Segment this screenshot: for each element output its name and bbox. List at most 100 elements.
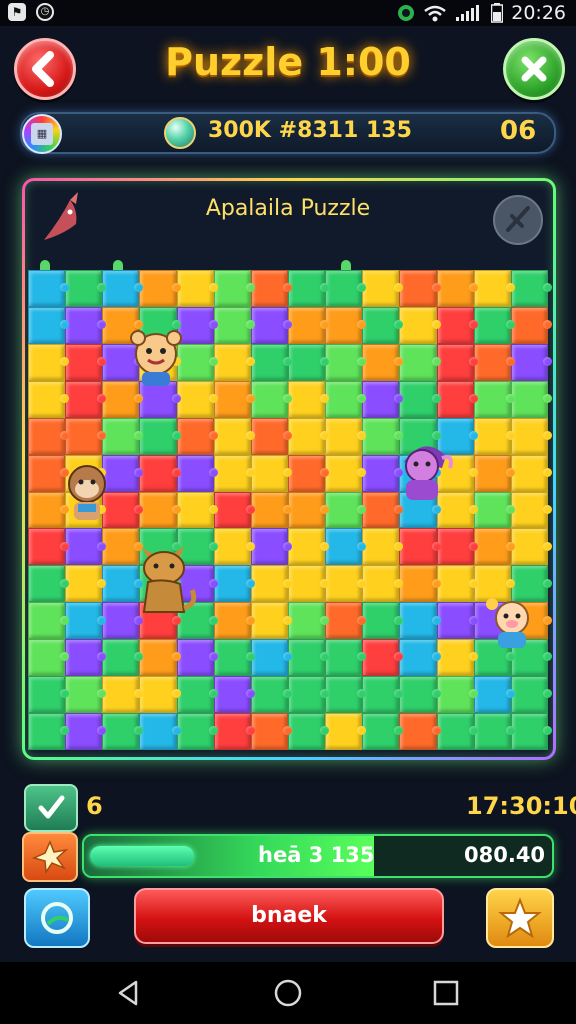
puzzle-piece[interactable] [139,713,181,750]
puzzle-piece[interactable] [250,713,293,750]
puzzle-piece[interactable] [213,270,256,307]
puzzle-piece[interactable] [139,270,181,307]
puzzle-piece[interactable] [325,713,367,750]
puzzle-piece[interactable] [399,270,441,307]
puzzle-piece[interactable] [176,491,218,529]
puzzle-piece[interactable] [510,380,553,418]
puzzle-piece[interactable] [139,639,181,677]
hint-button[interactable] [24,888,90,948]
puzzle-piece[interactable] [399,565,441,603]
puzzle-piece[interactable] [250,528,293,566]
puzzle-piece[interactable] [436,306,478,344]
puzzle-piece[interactable] [176,417,218,455]
puzzle-piece[interactable] [28,639,70,677]
puzzle-piece[interactable] [287,343,330,381]
puzzle-piece[interactable] [65,565,107,603]
puzzle-piece[interactable] [325,676,367,714]
puzzle-piece[interactable] [473,380,516,418]
puzzle-piece[interactable] [436,676,478,714]
puzzle-piece[interactable] [325,306,367,344]
puzzle-piece[interactable] [65,343,107,381]
puzzle-piece[interactable] [28,270,70,307]
puzzle-piece[interactable] [510,676,553,714]
puzzle-piece[interactable] [436,528,478,566]
puzzle-piece[interactable] [250,602,293,640]
puzzle-piece[interactable] [436,602,478,640]
puzzle-piece[interactable] [102,270,144,307]
puzzle-piece[interactable] [176,713,218,750]
puzzle-piece[interactable] [102,676,144,714]
puzzle-piece[interactable] [213,565,256,603]
puzzle-piece[interactable] [65,639,107,677]
puzzle-piece[interactable] [473,343,516,381]
puzzle-piece[interactable] [176,454,218,492]
puzzle-piece[interactable] [436,380,478,418]
puzzle-piece[interactable] [139,454,181,492]
puzzle-piece[interactable] [473,676,516,714]
puzzle-piece[interactable] [473,491,516,529]
purple-creature-icon[interactable] [392,438,456,504]
puzzle-piece[interactable] [102,417,144,455]
puzzle-piece[interactable] [213,343,256,381]
puzzle-piece[interactable] [176,676,218,714]
puzzle-menu-icon[interactable]: ▦ [22,114,62,154]
puzzle-piece[interactable] [436,639,478,677]
puzzle-piece[interactable] [213,417,256,455]
bear-critter-icon[interactable] [124,326,188,390]
puzzle-piece[interactable] [436,713,478,750]
puzzle-piece[interactable] [139,676,181,714]
check-button[interactable] [24,784,78,832]
puzzle-piece[interactable] [287,602,330,640]
puzzle-piece[interactable] [287,565,330,603]
puzzle-piece[interactable] [436,270,478,307]
boost-button[interactable] [22,832,78,882]
puzzle-piece[interactable] [287,417,330,455]
puzzle-piece[interactable] [213,454,256,492]
puzzle-piece[interactable] [325,639,367,677]
puzzle-piece[interactable] [362,343,404,381]
puzzle-piece[interactable] [250,491,293,529]
puzzle-piece[interactable] [65,306,107,344]
puzzle-piece[interactable] [473,713,516,750]
puzzle-piece[interactable] [362,270,404,307]
puzzle-piece[interactable] [176,639,218,677]
puzzle-piece[interactable] [250,565,293,603]
puzzle-piece[interactable] [65,270,107,307]
puzzle-piece[interactable] [287,528,330,566]
puzzle-piece[interactable] [510,343,553,381]
puzzle-piece[interactable] [28,306,70,344]
puzzle-piece[interactable] [250,454,293,492]
puzzle-piece[interactable] [362,602,404,640]
nav-home-icon[interactable] [273,978,303,1008]
puzzle-piece[interactable] [139,417,181,455]
puzzle-piece[interactable] [28,565,70,603]
puzzle-piece[interactable] [250,639,293,677]
puzzle-piece[interactable] [287,306,330,344]
puzzle-piece[interactable] [213,306,256,344]
puzzle-piece[interactable] [510,713,553,750]
puzzle-piece[interactable] [28,417,70,455]
puzzle-piece[interactable] [399,602,441,640]
star-button[interactable] [486,888,554,948]
back-button[interactable] [14,38,76,100]
puzzle-piece[interactable] [325,343,367,381]
puzzle-piece[interactable] [362,676,404,714]
puzzle-piece[interactable] [65,676,107,714]
puzzle-piece[interactable] [213,528,256,566]
puzzle-piece[interactable] [325,454,367,492]
puzzle-piece[interactable] [28,602,70,640]
puzzle-piece[interactable] [250,380,293,418]
puzzle-piece[interactable] [325,380,367,418]
main-action-button[interactable]: bnaek [134,888,444,944]
puzzle-piece[interactable] [65,380,107,418]
puzzle-piece[interactable] [510,270,553,307]
puzzle-piece[interactable] [65,713,107,750]
puzzle-piece[interactable] [28,454,70,492]
puzzle-piece[interactable] [250,676,293,714]
puzzle-piece[interactable] [399,343,441,381]
puzzle-piece[interactable] [510,491,553,529]
puzzle-piece[interactable] [325,417,367,455]
puzzle-piece[interactable] [399,713,441,750]
puzzle-piece[interactable] [362,306,404,344]
puzzle-piece[interactable] [213,676,256,714]
